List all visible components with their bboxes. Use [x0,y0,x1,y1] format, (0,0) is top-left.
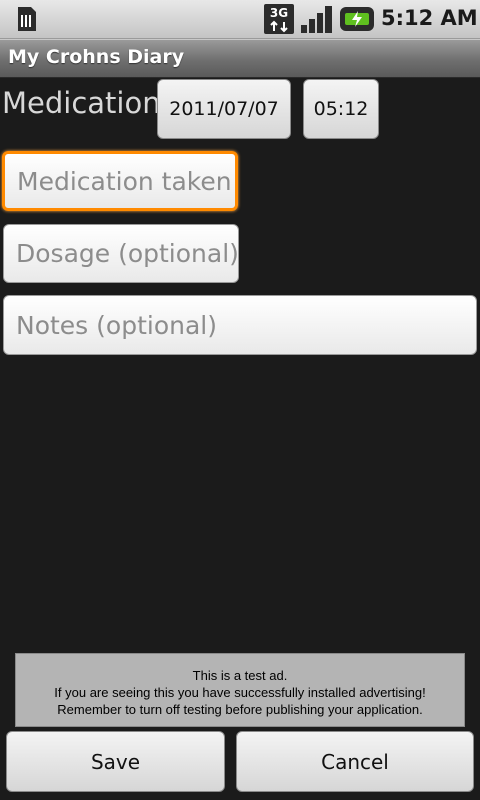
date-button[interactable]: 2011/07/07 [157,79,291,139]
medication-input[interactable]: Medication taken [2,151,238,211]
ad-line: This is a test ad. [192,668,288,683]
time-button[interactable]: 05:12 [303,79,379,139]
battery-icon [340,7,374,31]
save-button[interactable]: Save [6,731,225,792]
ad-banner[interactable]: This is a test ad. If you are seeing thi… [15,653,465,727]
cancel-button[interactable]: Cancel [236,731,474,792]
app-screen: 3G 5:12 AM My Crohns Diary Medication 20… [0,0,480,800]
status-bar: 3G 5:12 AM [0,0,480,39]
signal-icon [301,6,332,33]
dosage-input[interactable]: Dosage (optional) [3,224,239,283]
app-title: My Crohns Diary [8,46,185,68]
ad-line: If you are seeing this you have successf… [54,685,426,700]
3g-data-icon: 3G [264,4,294,34]
notes-input[interactable]: Notes (optional) [3,295,477,355]
3g-label: 3G [270,6,288,20]
status-time: 5:12 AM [381,6,478,30]
ad-line: Remember to turn off testing before publ… [57,702,423,717]
sim-icon [18,7,36,31]
page-heading: Medication [2,86,161,120]
title-bar: My Crohns Diary [0,39,480,78]
